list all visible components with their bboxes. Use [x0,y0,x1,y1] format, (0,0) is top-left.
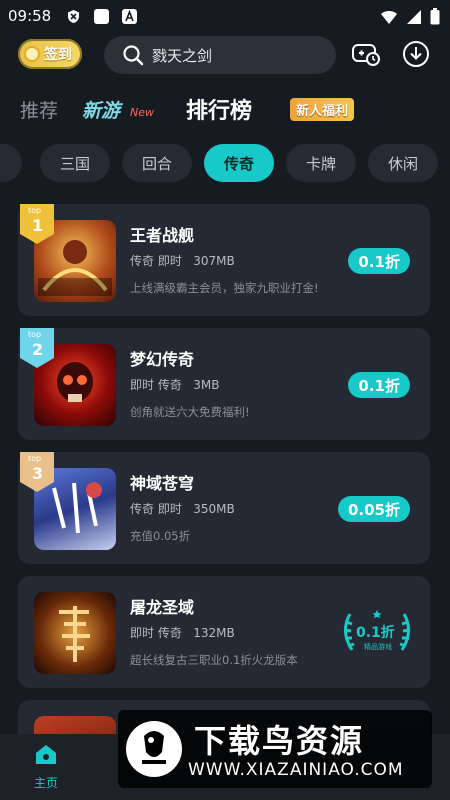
game-description: 充值0.05折 [130,529,191,543]
watermark-overlay: 下载鸟资源 WWW.XIAZAINIAO.COM [118,710,432,788]
nav-home-label: 主页 [33,776,58,790]
signal-icon [406,9,422,29]
app-notification-icon [94,9,109,24]
tab-ranking[interactable]: 排行榜 [186,93,252,125]
game-name: 梦幻传奇 [130,350,195,369]
sign-in-button[interactable]: 签到 [18,39,82,69]
download-icon[interactable] [400,38,432,70]
rank-badge-bronze: top 3 [20,452,54,492]
nav-home[interactable]: 主页 [24,742,68,796]
tab-welfare[interactable]: 新人福利 [290,98,355,121]
status-bar: 09:58 [0,0,450,34]
tab-new-games[interactable]: 新游 [82,96,120,123]
game-name: 神域苍穹 [130,474,195,493]
game-description: 超长线复古三职业0.1折火龙版本 [130,653,298,667]
category-chip-chuanqi[interactable]: 传奇 [204,144,274,182]
wifi-icon [380,9,398,29]
rank-badge-label: top [28,330,42,339]
shield-icon [66,9,81,24]
rank-number: 1 [32,216,44,235]
game-card[interactable]: top 1 王者战舰 传奇 即时 307MB 上线满级霸主会员，独家九职业打金!… [18,204,430,316]
status-time: 09:58 [8,7,52,25]
a-notification-icon [122,9,137,24]
search-input[interactable]: 戮天之剑 [104,36,336,74]
home-icon [24,742,68,772]
game-name: 王者战舰 [130,226,195,245]
search-icon [122,44,144,66]
laurel-discount-text: 0.1折 [356,625,395,641]
discount-badge[interactable]: 0.1折 [348,372,410,398]
game-card[interactable]: 屠龙圣域 即时 传奇 132MB 超长线复古三职业0.1折火龙版本 0.1折 精… [18,576,430,688]
game-thumbnail [34,592,116,674]
rank-number: 2 [32,340,44,359]
watermark-title: 下载鸟资源 [194,722,365,760]
discount-badge[interactable]: 0.1折 [348,248,410,274]
category-chip-partial[interactable] [0,144,22,182]
laurel-sub-text: 精品游戏 [364,643,392,651]
category-chip-sanguo[interactable]: 三国 [40,144,110,182]
coin-icon [24,46,40,62]
main-tabs: 推荐 新游 New 排行榜 新人福利 [0,90,450,126]
laurel-discount-badge[interactable]: 0.1折 精品游戏 [338,606,416,656]
rank-badge-silver: top 2 [20,328,54,368]
new-badge: New [130,106,154,119]
search-query: 戮天之剑 [152,46,213,65]
game-history-icon[interactable] [350,38,382,70]
rank-number: 3 [32,464,44,483]
game-card[interactable]: top 3 神域苍穹 传奇 即时 350MB 充值0.05折 0.05折 [18,452,430,564]
rank-badge-label: top [28,206,42,215]
category-chips: 三国 回合 传奇 卡牌 休闲 [0,144,450,182]
bird-logo-icon [124,718,184,784]
game-name: 屠龙圣域 [130,598,195,617]
watermark-url: WWW.XIAZAINIAO.COM [188,760,404,780]
rank-badge-gold: top 1 [20,204,54,244]
game-description: 上线满级霸主会员，独家九职业打金! [130,281,319,295]
game-meta: 传奇 即时 350MB [130,502,235,516]
rank-badge-label: top [28,454,42,463]
top-bar: 签到 戮天之剑 [0,36,450,76]
game-meta: 即时 传奇 132MB [130,626,235,640]
category-chip-huihe[interactable]: 回合 [122,144,192,182]
sign-in-label: 签到 [44,47,72,63]
tab-recommend[interactable]: 推荐 [20,96,58,123]
game-meta: 传奇 即时 307MB [130,254,235,268]
game-description: 创角就送六大免费福利! [130,405,250,419]
battery-icon [430,8,440,29]
game-meta: 即时 传奇 3MB [130,378,220,392]
discount-badge[interactable]: 0.05折 [337,496,410,522]
category-chip-kapai[interactable]: 卡牌 [286,144,356,182]
category-chip-xiuxian[interactable]: 休闲 [368,144,438,182]
game-card[interactable]: top 2 梦幻传奇 即时 传奇 3MB 创角就送六大免费福利! 0.1折 [18,328,430,440]
